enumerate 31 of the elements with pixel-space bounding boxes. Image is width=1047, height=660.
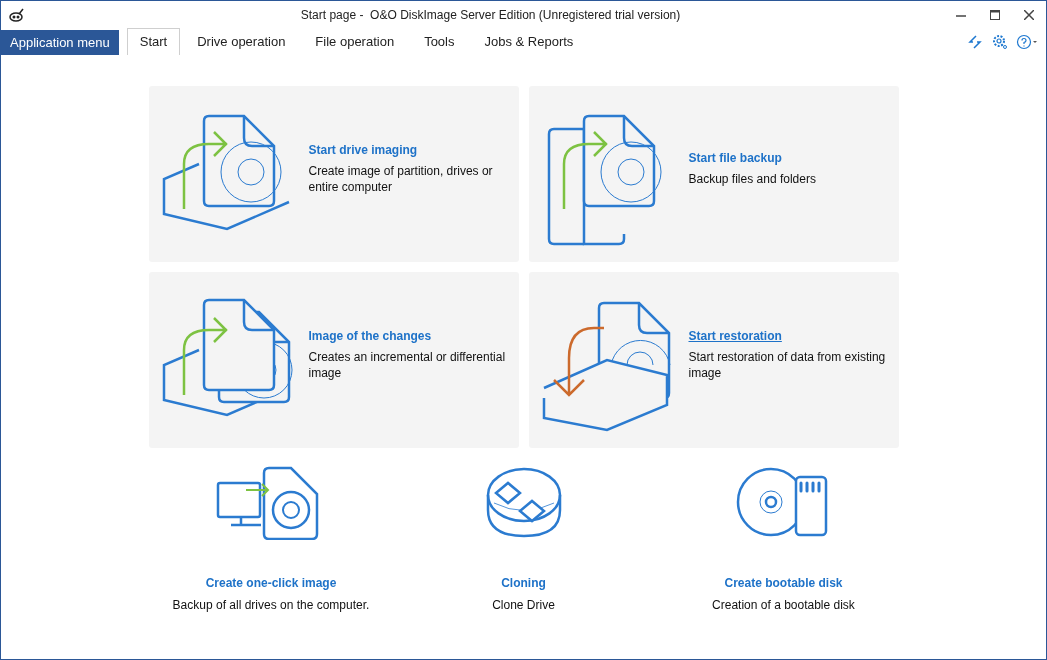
- action-title-link[interactable]: Create one-click image: [205, 574, 337, 592]
- action-title-link[interactable]: Cloning: [501, 574, 546, 592]
- tile-description: Creates an incremental or differential image: [308, 349, 507, 381]
- action-tile[interactable]: Start drive imaging Create image of partition, drives or entire computer: [148, 86, 519, 262]
- tile-title-link[interactable]: Start restoration: [688, 327, 891, 345]
- sync-icon[interactable]: [967, 33, 983, 50]
- help-icon[interactable]: [1016, 33, 1038, 50]
- action-description: Backup of all drives on the computer.: [172, 597, 370, 614]
- action-title-link[interactable]: Create bootable disk: [724, 574, 843, 592]
- action-tile[interactable]: Start restoration Start restoration of data from existing image: [528, 272, 899, 448]
- settings-icon[interactable]: [991, 33, 1008, 50]
- app-logo-icon: [9, 7, 25, 22]
- window-title: Start page - O&O DiskImage Server Edition (Unregistered trial version): [299, 6, 682, 24]
- tile-title-link[interactable]: Image of the changes: [308, 327, 511, 345]
- tile-description: Create image of partition, drives or entire computer: [308, 163, 494, 195]
- tab[interactable]: Tools: [411, 28, 468, 55]
- action-description: Clone Drive: [492, 597, 555, 614]
- tab[interactable]: Drive operation: [184, 28, 299, 55]
- tab[interactable]: Jobs & Reports: [471, 28, 587, 55]
- action-description: Creation of a bootable disk: [712, 597, 855, 614]
- action-tile[interactable]: Image of the changes Creates an incremental or differential image: [148, 272, 519, 448]
- maximize-icon[interactable]: [990, 9, 1000, 20]
- application-menu-button[interactable]: Application menu: [1, 30, 119, 55]
- tile-title-link[interactable]: Start file backup: [688, 149, 816, 167]
- tile-description: Start restoration of data from existing image: [688, 349, 887, 381]
- close-icon[interactable]: [1024, 9, 1034, 20]
- action-tile[interactable]: Start file backup Backup files and folders: [528, 86, 899, 262]
- tile-title-link[interactable]: Start drive imaging: [308, 141, 511, 159]
- tile-description: Backup files and folders: [688, 171, 816, 187]
- tab[interactable]: File operation: [302, 28, 408, 55]
- tab[interactable]: Start: [126, 28, 181, 55]
